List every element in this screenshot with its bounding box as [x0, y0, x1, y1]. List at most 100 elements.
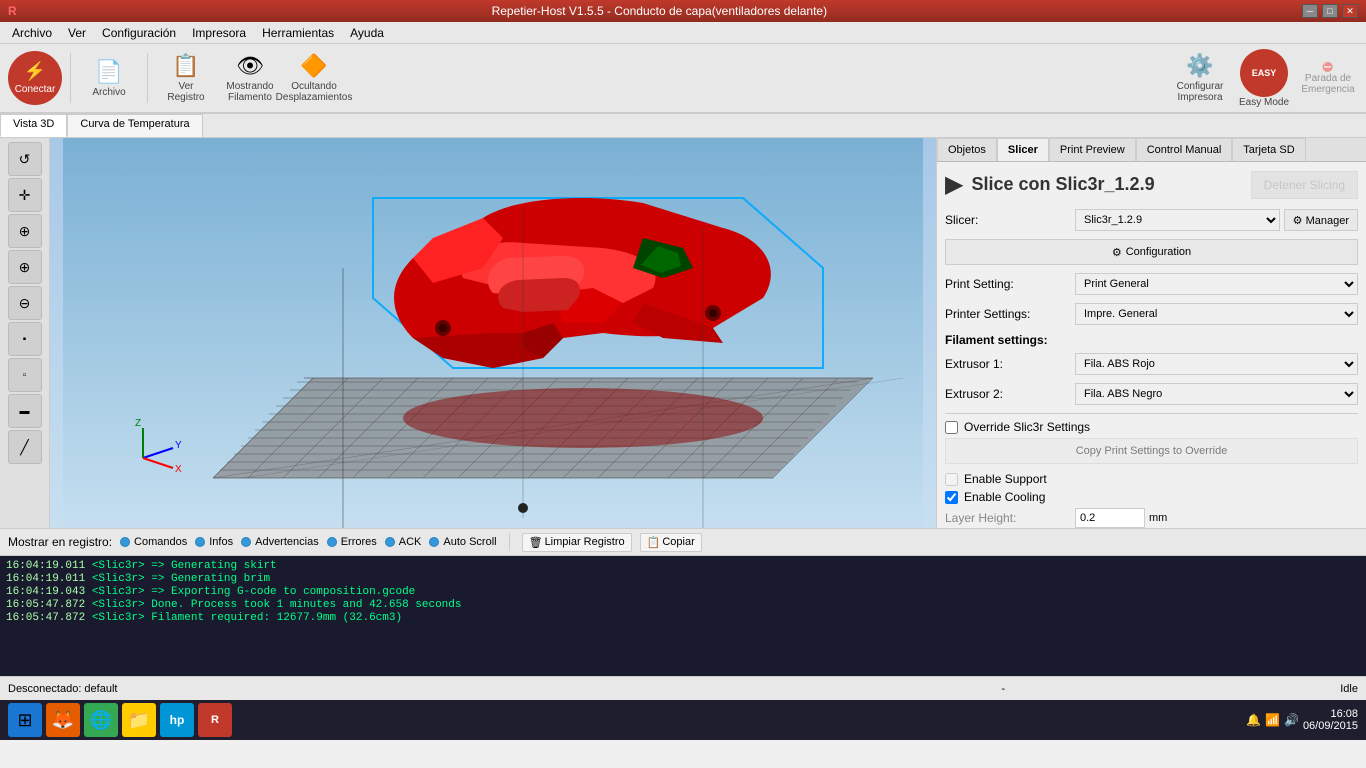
svg-text:X: X — [175, 464, 182, 475]
svg-text:Y: Y — [175, 440, 182, 451]
maximize-button[interactable]: □ — [1322, 4, 1338, 18]
chrome-button[interactable]: 🌐 — [84, 703, 118, 737]
left-panel: ↺ ✛ ⊕ ⊕ ⊖ ▪ ▫ ▬ ╱ — [0, 138, 50, 528]
filter-advertencias[interactable]: Advertencias — [241, 536, 319, 548]
menu-herramientas[interactable]: Herramientas — [254, 24, 342, 42]
slice-button[interactable]: ▶ Slice con Slic3r_1.2.9 — [945, 170, 1155, 199]
view3d-button[interactable]: ▪ — [8, 322, 42, 356]
slicer-select[interactable]: Slic3r_1.2.9 — [1075, 209, 1280, 231]
repetier-button[interactable]: R — [198, 703, 232, 737]
rotate-button[interactable]: ↺ — [8, 142, 42, 176]
filter-errores[interactable]: Errores — [327, 536, 377, 548]
diagonal-button[interactable]: ╱ — [8, 430, 42, 464]
ver-registro-button[interactable]: 📋 Ver Registro — [156, 48, 216, 108]
extrusor2-label: Extrusor 2: — [945, 387, 1075, 401]
move-button[interactable]: ✛ — [8, 178, 42, 212]
print-setting-select[interactable]: Print General — [1075, 273, 1358, 295]
menu-ayuda[interactable]: Ayuda — [342, 24, 392, 42]
ocultando-button[interactable]: 🔶 Ocultando Desplazamientos — [284, 48, 344, 108]
parada-emergencia-button[interactable]: ⛔ Parada de Emergencia — [1298, 48, 1358, 108]
archivo-label: Archivo — [92, 87, 125, 98]
minimize-button[interactable]: ─ — [1302, 4, 1318, 18]
play-icon: ▶ — [945, 170, 963, 199]
extrusor1-select[interactable]: Fila. ABS Rojo — [1075, 353, 1358, 375]
tab-slicer[interactable]: Slicer — [997, 138, 1049, 161]
view-top-button[interactable]: ▫ — [8, 358, 42, 392]
tab-tarjeta-sd[interactable]: Tarjeta SD — [1232, 138, 1305, 161]
registro-icon: 📋 — [172, 53, 199, 79]
configurar-impresora-label: Configurar Impresora — [1175, 81, 1225, 103]
override-checkbox[interactable] — [945, 421, 958, 434]
detener-slicing-button[interactable]: Detener Slicing — [1251, 171, 1358, 199]
log-text-3: <Slic3r> => Exporting G-code to composit… — [92, 586, 415, 598]
limpiar-registro-button[interactable]: 🗑 Limpiar Registro — [522, 533, 632, 552]
firefox-button[interactable]: 🦊 — [46, 703, 80, 737]
tab-vista3d[interactable]: Vista 3D — [0, 114, 67, 137]
configuration-button[interactable]: ⚙ Configuration — [945, 239, 1358, 265]
log-time-2: 16:04:19.011 — [6, 573, 85, 585]
impresora-icon: ⚙️ — [1186, 53, 1213, 79]
archivo-button[interactable]: 📄 Archivo — [79, 48, 139, 108]
zoom-out-button[interactable]: ⊖ — [8, 286, 42, 320]
clock-date: 06/09/2015 — [1303, 720, 1358, 732]
toolbar: ⚡ Conectar 📄 Archivo 📋 Ver Registro 👁 Mo… — [0, 44, 1366, 114]
menu-archivo[interactable]: Archivo — [4, 24, 60, 42]
statusbar: Desconectado: default - Idle — [0, 676, 1366, 700]
3d-canvas: Y Z X — [50, 138, 936, 528]
enable-cooling-row: Enable Cooling — [945, 490, 1358, 504]
config-icon: ⚙ — [1112, 246, 1122, 259]
menubar: Archivo Ver Configuración Impresora Herr… — [0, 22, 1366, 44]
ocultando-label: Ocultando Desplazamientos — [276, 81, 353, 103]
tab-control-manual[interactable]: Control Manual — [1136, 138, 1233, 161]
errores-label: Errores — [341, 536, 377, 548]
log-line-1: 16:04:19.011 <Slic3r> => Generating skir… — [6, 560, 1360, 572]
copy-settings-button[interactable]: Copy Print Settings to Override — [945, 438, 1358, 464]
menu-ver[interactable]: Ver — [60, 24, 94, 42]
clock-time: 16:08 — [1303, 708, 1358, 720]
errores-radio — [327, 537, 337, 547]
hp-button[interactable]: hp — [160, 703, 194, 737]
network-icon: 📶 — [1265, 713, 1280, 727]
start-button[interactable]: ⊞ — [8, 703, 42, 737]
view-side-button[interactable]: ▬ — [8, 394, 42, 428]
connect-button[interactable]: ⚡ Conectar — [8, 51, 62, 105]
filter-infos[interactable]: Infos — [195, 536, 233, 548]
slicer-row: Slicer: Slic3r_1.2.9 ⚙ Manager — [945, 209, 1358, 231]
infos-label: Infos — [209, 536, 233, 548]
easy-mode-button[interactable]: EASY Easy Mode — [1234, 49, 1294, 108]
printer-settings-select[interactable]: Impre. General — [1075, 303, 1358, 325]
filament-settings-label: Filament settings: — [945, 333, 1358, 347]
move2-button[interactable]: ⊕ — [8, 214, 42, 248]
tab-curva-temp[interactable]: Curva de Temperatura — [67, 114, 202, 137]
log-text-4: <Slic3r> Done. Process took 1 minutes an… — [92, 599, 462, 611]
layer-height-input[interactable] — [1075, 508, 1145, 528]
ack-radio — [385, 537, 395, 547]
enable-cooling-checkbox[interactable] — [945, 491, 958, 504]
copiar-button[interactable]: 📋 Copiar — [640, 533, 702, 552]
3d-viewport[interactable]: Y Z X — [50, 138, 936, 528]
zoom-in-button[interactable]: ⊕ — [8, 250, 42, 284]
filter-ack[interactable]: ACK — [385, 536, 422, 548]
enable-support-label: Enable Support — [964, 472, 1047, 486]
tab-print-preview[interactable]: Print Preview — [1049, 138, 1136, 161]
tab-objetos[interactable]: Objetos — [937, 138, 997, 161]
menu-configuracion[interactable]: Configuración — [94, 24, 184, 42]
filter-autoscroll[interactable]: Auto Scroll — [429, 536, 496, 548]
manager-button[interactable]: ⚙ Manager — [1284, 209, 1358, 231]
menu-impresora[interactable]: Impresora — [184, 24, 254, 42]
mostrando-filamento-label: Mostrando Filamento — [225, 81, 275, 103]
mostrando-filamento-button[interactable]: 👁 Mostrando Filamento — [220, 48, 280, 108]
log-area[interactable]: 16:04:19.011 <Slic3r> => Generating skir… — [0, 556, 1366, 676]
filter-comandos[interactable]: Comandos — [120, 536, 187, 548]
connect-icon: ⚡ — [24, 61, 46, 82]
slicer-label: Slicer: — [945, 213, 1075, 227]
configurar-impresora-button[interactable]: ⚙️ Configurar Impresora — [1170, 48, 1230, 108]
firefox-icon: 🦊 — [52, 710, 74, 731]
taskbar-clock: 16:08 06/09/2015 — [1303, 708, 1358, 732]
window-title: Repetier-Host V1.5.5 - Conducto de capa(… — [17, 4, 1302, 18]
close-button[interactable]: ✕ — [1342, 4, 1358, 18]
extrusor2-select[interactable]: Fila. ABS Negro — [1075, 383, 1358, 405]
enable-support-checkbox[interactable] — [945, 473, 958, 486]
explorer-button[interactable]: 📁 — [122, 703, 156, 737]
copy-settings-label: Copy Print Settings to Override — [1076, 445, 1228, 457]
